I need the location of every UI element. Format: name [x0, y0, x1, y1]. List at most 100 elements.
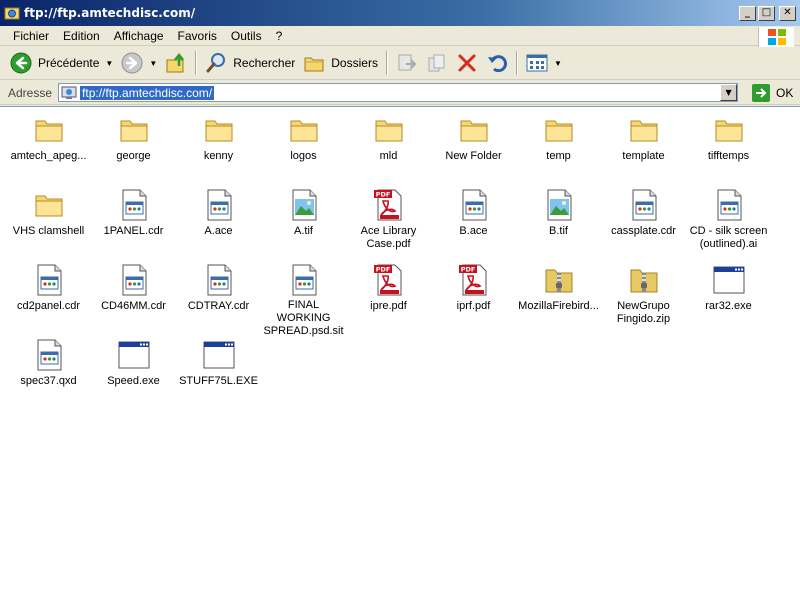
file-item[interactable]: A.tif: [261, 188, 346, 263]
file-item[interactable]: logos: [261, 113, 346, 188]
toolbar-separator: [195, 51, 198, 75]
up-folder-button[interactable]: [161, 49, 191, 77]
toolbar-separator: [515, 51, 518, 75]
file-item[interactable]: B.ace: [431, 188, 516, 263]
forward-arrow-icon: [121, 52, 143, 74]
go-arrow-icon: [752, 83, 771, 102]
file-name: New Folder: [445, 150, 502, 162]
file-name: 1PANEL.cdr: [103, 225, 164, 237]
file-name: VHS clamshell: [12, 225, 85, 237]
folders-button[interactable]: Dossiers: [299, 49, 382, 77]
menu-fichier[interactable]: Fichier: [6, 29, 56, 43]
image-file-icon: [287, 188, 321, 222]
pdf-file-icon: PDF: [372, 188, 406, 222]
file-item[interactable]: A.ace: [176, 188, 261, 263]
forward-button[interactable]: ▼: [117, 49, 161, 77]
file-item[interactable]: kenny: [176, 113, 261, 188]
pdf-file-icon: PDF: [372, 263, 406, 297]
file-item[interactable]: MozillaFirebird...: [516, 263, 601, 338]
file-item[interactable]: CDTRAY.cdr: [176, 263, 261, 338]
go-label: OK: [776, 85, 794, 100]
file-item[interactable]: VHS clamshell: [6, 188, 91, 263]
windows-logo: [758, 27, 794, 47]
maximize-button[interactable]: □: [758, 5, 775, 21]
file-item[interactable]: CD46MM.cdr: [91, 263, 176, 338]
file-item[interactable]: cassplate.cdr: [601, 188, 686, 263]
menu-edition[interactable]: Edition: [56, 29, 107, 43]
copy-to-button[interactable]: [422, 49, 452, 77]
file-item[interactable]: mld: [346, 113, 431, 188]
file-name: Ace Library Case.pdf: [360, 225, 417, 250]
file-name: temp: [546, 150, 571, 162]
folder-icon: [712, 113, 746, 147]
go-button[interactable]: OK: [752, 83, 794, 102]
file-item[interactable]: Speed.exe: [91, 338, 176, 413]
file-item[interactable]: template: [601, 113, 686, 188]
file-item[interactable]: PDF iprf.pdf: [431, 263, 516, 338]
back-button[interactable]: Précédente ▼: [6, 49, 117, 77]
file-item[interactable]: amtech_apeg...: [6, 113, 91, 188]
file-item[interactable]: New Folder: [431, 113, 516, 188]
document-icon: [202, 263, 236, 297]
address-label: Adresse: [8, 85, 53, 100]
folder-icon: [627, 113, 661, 147]
copy-to-icon: [428, 54, 445, 72]
undo-button[interactable]: [482, 49, 512, 77]
file-view[interactable]: amtech_apeg... george kenny logos mld New Fol…: [0, 106, 800, 600]
file-item[interactable]: 1PANEL.cdr: [91, 188, 176, 263]
file-item[interactable]: temp: [516, 113, 601, 188]
file-item[interactable]: CD - silk screen (outlined).ai: [686, 188, 771, 263]
minimize-button[interactable]: _: [739, 5, 756, 21]
delete-x-icon: [458, 54, 476, 72]
document-icon: [627, 188, 661, 222]
document-icon: [32, 338, 66, 372]
file-name: B.tif: [549, 225, 568, 237]
folder-icon: [372, 113, 406, 147]
file-name: mld: [379, 150, 398, 162]
menu-outils[interactable]: Outils: [224, 29, 269, 43]
svg-text:PDF: PDF: [375, 191, 390, 199]
maximize-icon: □: [761, 7, 772, 18]
file-item[interactable]: FINAL WORKING SPREAD.psd.sit: [261, 263, 346, 338]
back-dropdown-icon[interactable]: ▼: [105, 59, 113, 68]
address-input[interactable]: ftp://ftp.amtechdisc.com/ ▼: [58, 83, 739, 102]
forward-dropdown-icon[interactable]: ▼: [149, 59, 157, 68]
image-file-icon: [542, 188, 576, 222]
windows-flag-icon: [767, 29, 786, 45]
file-item[interactable]: STUFF75L.EXE: [176, 338, 261, 413]
menu-affichage[interactable]: Affichage: [107, 29, 171, 43]
document-icon: [712, 188, 746, 222]
title-bar[interactable]: ftp://ftp.amtechdisc.com/ _ □ ✕: [0, 0, 800, 26]
views-dropdown-icon[interactable]: ▼: [554, 59, 562, 68]
folder-icon: [32, 113, 66, 147]
file-name: A.tif: [294, 225, 313, 237]
close-button[interactable]: ✕: [779, 5, 796, 21]
file-item[interactable]: cd2panel.cdr: [6, 263, 91, 338]
search-icon: [206, 53, 226, 73]
toolbar-separator: [385, 51, 388, 75]
file-item[interactable]: rar32.exe: [686, 263, 771, 338]
file-item[interactable]: B.tif: [516, 188, 601, 263]
file-item[interactable]: NewGrupo Fingido.zip: [601, 263, 686, 338]
delete-button[interactable]: [452, 49, 482, 77]
file-item[interactable]: tifftemps: [686, 113, 771, 188]
address-dropdown-button[interactable]: ▼: [720, 84, 738, 101]
menu-favoris[interactable]: Favoris: [171, 29, 224, 43]
file-name: B.ace: [459, 225, 488, 237]
file-name: CD46MM.cdr: [101, 300, 166, 312]
minimize-icon: _: [745, 7, 750, 18]
document-icon: [457, 188, 491, 222]
search-button[interactable]: Rechercher: [201, 49, 299, 77]
back-arrow-icon: [10, 52, 32, 74]
views-button[interactable]: ▼: [522, 49, 566, 77]
file-name: CD - silk screen (outlined).ai: [689, 225, 768, 250]
move-to-button[interactable]: [392, 49, 422, 77]
up-folder-icon: [166, 52, 185, 73]
file-item[interactable]: PDF ipre.pdf: [346, 263, 431, 338]
address-bar: Adresse ftp://ftp.amtechdisc.com/ ▼ OK: [0, 81, 800, 105]
file-item[interactable]: spec37.qxd: [6, 338, 91, 413]
zip-folder-icon: [542, 263, 576, 297]
file-item[interactable]: george: [91, 113, 176, 188]
file-item[interactable]: PDF Ace Library Case.pdf: [346, 188, 431, 263]
menu-help[interactable]: ?: [269, 29, 290, 43]
